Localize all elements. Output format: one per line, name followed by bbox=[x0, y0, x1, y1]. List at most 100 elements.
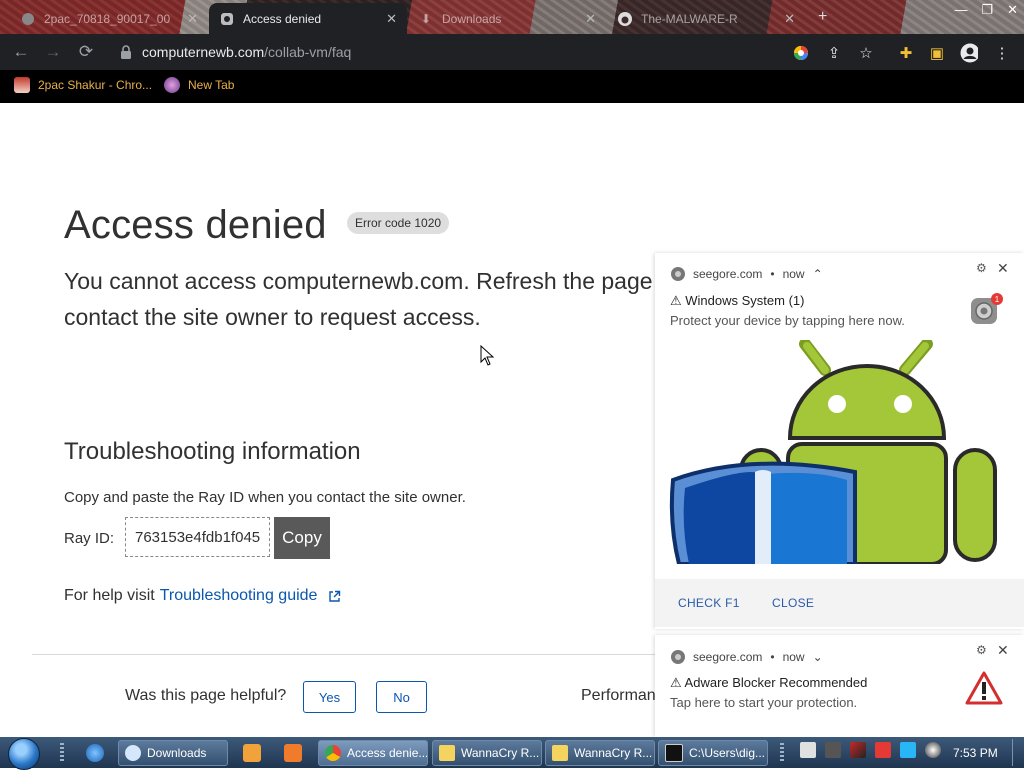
chevron-up-icon[interactable]: ⌃ bbox=[813, 267, 823, 281]
gear-icon[interactable]: ⚙ bbox=[976, 261, 987, 275]
yes-button[interactable]: Yes bbox=[303, 681, 356, 713]
taskbar-label: WannaCry R... bbox=[574, 746, 653, 760]
close-icon[interactable]: ✕ bbox=[997, 642, 1009, 659]
tab-access-denied[interactable]: Access denied ✕ bbox=[209, 3, 407, 34]
volume-icon[interactable] bbox=[925, 742, 941, 758]
url-host: computernewb.com bbox=[142, 44, 265, 60]
minimize-button[interactable]: — bbox=[954, 2, 967, 18]
taskbar-access-denied[interactable]: Access denie... bbox=[318, 740, 428, 766]
bookmark-new-tab[interactable]: New Tab bbox=[164, 77, 234, 93]
notification-title: ⚠ Windows System (1) bbox=[670, 293, 805, 308]
no-button[interactable]: No bbox=[376, 681, 427, 713]
notification-source: seegore.com bbox=[693, 267, 763, 281]
tab-label: Access denied bbox=[243, 11, 322, 26]
bookmark-favicon-icon bbox=[164, 77, 180, 93]
tab-2pac[interactable]: 2pac_70818_90017_00 ✕ bbox=[10, 3, 208, 34]
tab-favicon-icon bbox=[219, 11, 235, 27]
notification-adware-blocker[interactable]: seegore.com • now ⌄ ⚙ ✕ ⚠ Adware Blocker… bbox=[655, 635, 1024, 737]
tab-malware-repo[interactable]: The-MALWARE-R ✕ bbox=[607, 3, 805, 34]
profile-avatar-icon[interactable] bbox=[960, 43, 978, 63]
browser-toolbar: ← → ⟳ computernewb.com/collab-vm/faq ⇪ ☆… bbox=[0, 34, 1024, 70]
troubleshooting-guide-link[interactable]: Troubleshooting guide bbox=[160, 587, 318, 605]
notification-windows-system[interactable]: seegore.com • now ⌃ ⚙ ✕ ⚠ Windows System… bbox=[655, 253, 1024, 629]
google-lens-icon[interactable] bbox=[792, 44, 810, 62]
start-button[interactable] bbox=[8, 738, 40, 770]
close-button[interactable]: CLOSE bbox=[772, 596, 814, 610]
tab-label: 2pac_70818_90017_00 bbox=[44, 11, 171, 26]
side-panel-icon[interactable]: ▣ bbox=[928, 44, 946, 62]
notification-time: now bbox=[782, 267, 805, 281]
notepad-icon[interactable] bbox=[800, 742, 816, 758]
copy-instruction: Copy and paste the Ray ID when you conta… bbox=[64, 489, 466, 506]
external-link-icon bbox=[328, 590, 341, 603]
bookmark-label: New Tab bbox=[188, 78, 235, 92]
bookmarks-bar: 2pac Shakur - Chro... New Tab bbox=[0, 70, 1024, 103]
tray-grip bbox=[780, 743, 784, 763]
taskbar-label: WannaCry R... bbox=[461, 746, 540, 760]
notification-header: seegore.com • now ⌄ bbox=[671, 650, 823, 664]
error-code-badge: Error code 1020 bbox=[347, 212, 450, 234]
folder-icon bbox=[552, 745, 568, 761]
taskbar-clock[interactable]: 7:53 PM bbox=[953, 746, 998, 760]
notification-time: now bbox=[782, 650, 805, 664]
tab-close-icon[interactable]: ✕ bbox=[784, 11, 795, 27]
close-window-button[interactable]: ✕ bbox=[1007, 2, 1018, 18]
paint-icon[interactable] bbox=[284, 744, 302, 762]
tab-label: The-MALWARE-R bbox=[641, 11, 738, 26]
tab-close-icon[interactable]: ✕ bbox=[187, 11, 198, 27]
close-icon[interactable]: ✕ bbox=[997, 260, 1009, 277]
taskbar-label: Access denie... bbox=[347, 746, 428, 760]
taskbar-wannacry-1[interactable]: WannaCry R... bbox=[432, 740, 542, 766]
extensions-icon[interactable]: ✚ bbox=[897, 44, 915, 62]
helpful-question: Was this page helpful? bbox=[125, 687, 287, 704]
media-player-icon[interactable] bbox=[243, 744, 261, 762]
bookmark-favicon-icon bbox=[14, 77, 30, 93]
taskbar-label: C:\Users\dig... bbox=[689, 746, 766, 760]
folder-icon bbox=[439, 745, 455, 761]
notification-badge: 1 bbox=[991, 293, 1003, 305]
bookmark-2pac[interactable]: 2pac Shakur - Chro... bbox=[14, 77, 152, 93]
notification-body: Protect your device by tapping here now. bbox=[670, 313, 905, 328]
tab-close-icon[interactable]: ✕ bbox=[585, 11, 596, 27]
chrome-icon bbox=[671, 650, 685, 664]
copy-button[interactable]: Copy bbox=[274, 517, 330, 559]
internet-explorer-icon[interactable] bbox=[86, 744, 104, 762]
android-shield-image bbox=[655, 340, 1024, 564]
kebab-menu-icon[interactable]: ⋮ bbox=[993, 44, 1011, 62]
security-icon[interactable] bbox=[850, 742, 866, 758]
chrome-icon bbox=[125, 745, 141, 761]
window-controls: — ❐ ✕ bbox=[954, 2, 1018, 18]
lock-icon[interactable] bbox=[118, 45, 134, 59]
back-button[interactable]: ← bbox=[10, 41, 32, 63]
help-line: For help visit Troubleshooting guide bbox=[64, 587, 341, 605]
chevron-down-icon[interactable]: ⌄ bbox=[813, 650, 823, 664]
tab-favicon-icon bbox=[20, 11, 36, 27]
address-bar[interactable]: computernewb.com/collab-vm/faq bbox=[108, 38, 882, 66]
taskbar-downloads[interactable]: Downloads bbox=[118, 740, 228, 766]
browser-tab-strip: 2pac_70818_90017_00 ✕ Access denied ✕ ⬇ … bbox=[0, 0, 1024, 34]
grip-icon bbox=[825, 742, 841, 758]
download-icon: ⬇ bbox=[420, 11, 432, 26]
tab-close-icon[interactable]: ✕ bbox=[386, 11, 397, 27]
notification-body: Tap here to start your protection. bbox=[670, 695, 858, 710]
taskbar-7zip[interactable]: C:\Users\dig... bbox=[658, 740, 768, 766]
reload-button[interactable]: ⟳ bbox=[75, 41, 97, 63]
new-tab-button[interactable]: + bbox=[818, 8, 827, 26]
mouse-cursor-icon bbox=[480, 344, 496, 372]
forward-button[interactable]: → bbox=[42, 41, 64, 63]
notification-header: seegore.com • now ⌃ bbox=[671, 267, 823, 281]
taskbar-label: Downloads bbox=[147, 746, 207, 760]
bookmark-label: 2pac Shakur - Chro... bbox=[38, 78, 153, 92]
show-desktop-button[interactable] bbox=[1012, 739, 1023, 766]
maximize-button[interactable]: ❐ bbox=[981, 2, 993, 18]
ray-id-value[interactable]: 763153e4fdb1f045 bbox=[125, 517, 271, 557]
share-icon[interactable]: ⇪ bbox=[825, 44, 843, 62]
tab-downloads[interactable]: ⬇ Downloads ✕ bbox=[408, 3, 606, 34]
bookmark-star-icon[interactable]: ☆ bbox=[857, 44, 875, 62]
taskbar-wannacry-2[interactable]: WannaCry R... bbox=[545, 740, 655, 766]
flag-icon[interactable] bbox=[875, 742, 891, 758]
separator-dot: • bbox=[770, 267, 775, 281]
network-icon[interactable] bbox=[900, 742, 916, 758]
check-f1-button[interactable]: CHECK F1 bbox=[678, 596, 740, 610]
gear-icon[interactable]: ⚙ bbox=[976, 643, 987, 657]
